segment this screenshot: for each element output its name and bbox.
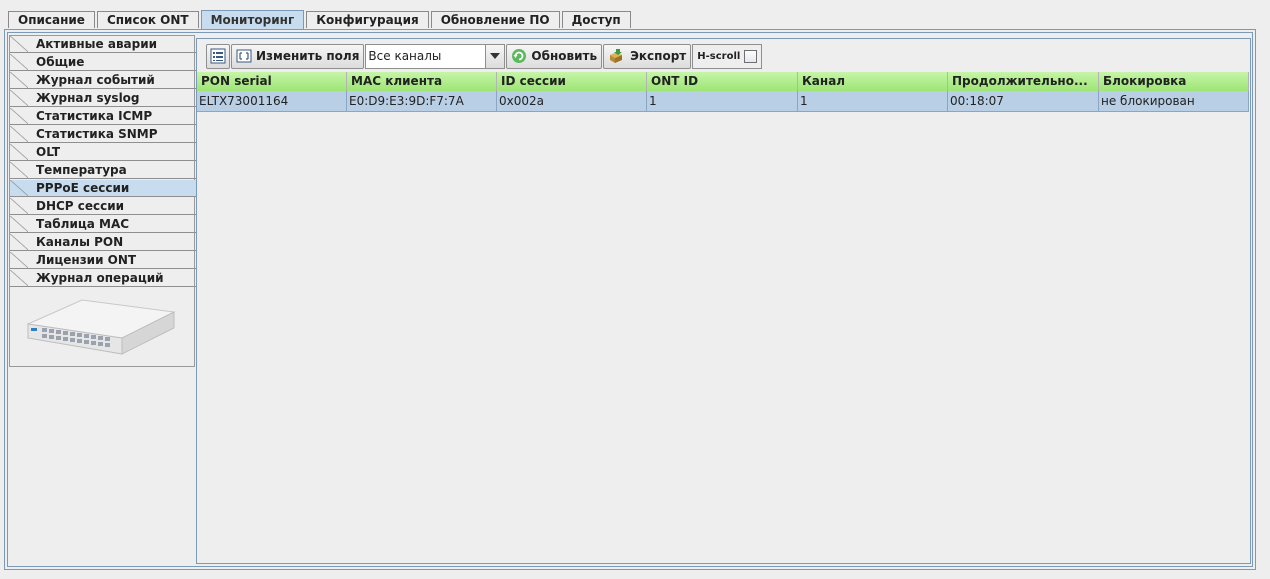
cell-ont-id: 1 bbox=[647, 91, 798, 112]
tab-configuration[interactable]: Конфигурация bbox=[306, 11, 429, 28]
hscroll-toggle[interactable]: H-scroll bbox=[692, 43, 763, 69]
sidebar-item-pppoe-sessions[interactable]: PPPoE сессии bbox=[10, 180, 196, 197]
column-header-client-mac[interactable]: MAC клиента bbox=[347, 72, 497, 91]
chevron-down-icon[interactable] bbox=[485, 44, 505, 68]
cell-session-id: 0x002a bbox=[497, 91, 647, 112]
tab-bar: Описание Список ONT Мониторинг Конфигура… bbox=[8, 10, 633, 29]
edit-fields-button[interactable]: Изменить поля bbox=[231, 43, 365, 69]
tab-monitoring[interactable]: Мониторинг bbox=[200, 10, 305, 29]
sidebar-item-syslog[interactable]: Журнал syslog bbox=[10, 90, 196, 107]
sidebar-item-active-alarms[interactable]: Активные аварии bbox=[10, 36, 196, 53]
hscroll-checkbox[interactable] bbox=[744, 49, 758, 63]
column-header-blocking[interactable]: Блокировка bbox=[1099, 72, 1249, 91]
columns-menu-button[interactable] bbox=[206, 43, 230, 69]
tab-firmware-update[interactable]: Обновление ПО bbox=[430, 11, 560, 28]
table-header-row: PON serial MAC клиента ID сессии ONT ID … bbox=[197, 72, 1249, 91]
channel-select-value: Все каналы bbox=[368, 49, 442, 63]
sidebar-item-general[interactable]: Общие bbox=[10, 54, 196, 71]
pppoe-sessions-table: PON serial MAC клиента ID сессии ONT ID … bbox=[197, 72, 1249, 112]
sidebar-item-snmp-stats[interactable]: Статистика SNMP bbox=[10, 126, 196, 143]
sidebar-item-event-log[interactable]: Журнал событий bbox=[10, 72, 196, 89]
cell-channel: 1 bbox=[798, 91, 948, 112]
export-label: Экспорт bbox=[630, 49, 687, 63]
table-row[interactable]: ELTX73001164 E0:D9:E3:9D:F7:7A 0x002a 1 … bbox=[197, 91, 1249, 112]
pppoe-sessions-panel bbox=[196, 38, 1251, 564]
refresh-button[interactable]: Обновить bbox=[506, 43, 603, 69]
refresh-icon bbox=[512, 49, 527, 63]
olt-device-image bbox=[26, 299, 176, 355]
column-header-duration[interactable]: Продолжительно... bbox=[948, 72, 1099, 91]
sidebar-item-mac-table[interactable]: Таблица MAC bbox=[10, 216, 196, 233]
tab-description[interactable]: Описание bbox=[8, 11, 95, 28]
column-header-channel[interactable]: Канал bbox=[798, 72, 948, 91]
channel-select[interactable]: Все каналы bbox=[365, 43, 506, 69]
cell-duration: 00:18:07 bbox=[948, 91, 1099, 112]
cell-pon-serial: ELTX73001164 bbox=[197, 91, 347, 112]
sidebar-item-pon-channels[interactable]: Каналы PON bbox=[10, 234, 196, 251]
sidebar-item-olt[interactable]: OLT bbox=[10, 144, 196, 161]
refresh-label: Обновить bbox=[531, 49, 598, 63]
column-header-pon-serial[interactable]: PON serial bbox=[197, 72, 347, 91]
sidebar-item-ont-licenses[interactable]: Лицензии ONT bbox=[10, 252, 196, 269]
sidebar-item-operations-log[interactable]: Журнал операций bbox=[10, 270, 196, 287]
column-header-session-id[interactable]: ID сессии bbox=[497, 72, 647, 91]
export-icon bbox=[610, 49, 623, 63]
cell-client-mac: E0:D9:E3:9D:F7:7A bbox=[347, 91, 497, 112]
edit-fields-label: Изменить поля bbox=[256, 49, 360, 63]
sidebar-item-temperature[interactable]: Температура bbox=[10, 162, 196, 179]
column-header-ont-id[interactable]: ONT ID bbox=[647, 72, 798, 91]
sidebar-item-icmp-stats[interactable]: Статистика ICMP bbox=[10, 108, 196, 125]
table-icon bbox=[210, 48, 226, 64]
cell-blocking: не блокирован bbox=[1099, 91, 1249, 112]
sidebar-item-dhcp-sessions[interactable]: DHCP сессии bbox=[10, 198, 196, 215]
fields-icon bbox=[236, 49, 252, 63]
tab-ont-list[interactable]: Список ONT bbox=[96, 11, 199, 28]
export-button[interactable]: Экспорт bbox=[603, 43, 692, 69]
toolbar: Изменить поля Все каналы Обновить Экспор… bbox=[206, 43, 763, 69]
tab-access[interactable]: Доступ bbox=[561, 11, 631, 28]
monitoring-sidebar: Активные аварии Общие Журнал событий Жур… bbox=[9, 35, 196, 367]
hscroll-label: H-scroll bbox=[697, 50, 741, 62]
